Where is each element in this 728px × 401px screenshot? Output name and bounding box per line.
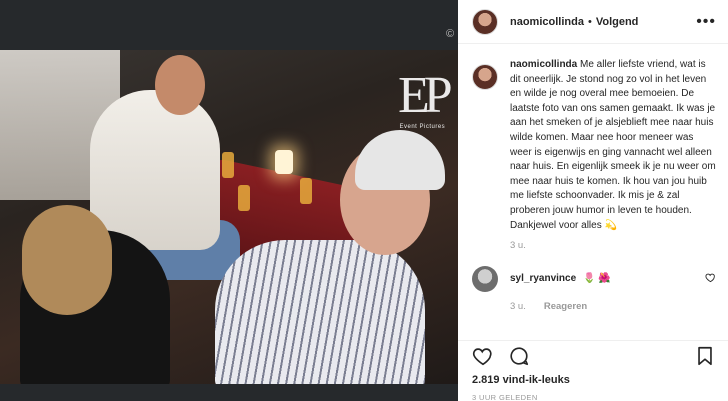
caption-username[interactable]: naomicollinda: [510, 59, 577, 70]
caption-text: Me aller liefste vriend, wat is dit onee…: [510, 59, 716, 231]
post-side-panel: naomicollinda • Volgend ••• naomicollind…: [458, 0, 728, 401]
heart-icon[interactable]: [472, 345, 494, 367]
more-horizontal-icon[interactable]: •••: [696, 13, 716, 31]
caption-time[interactable]: 3 u.: [510, 239, 716, 254]
photo-watermark-logo: EP Event Pictures: [398, 67, 453, 131]
header-separator: •: [587, 15, 592, 28]
photo-glass: [238, 185, 250, 211]
caption-avatar[interactable]: [472, 64, 498, 90]
copyright-mark: ©: [446, 28, 455, 40]
follow-button[interactable]: Volgend: [596, 16, 639, 28]
watermark-caption: Event Pictures: [399, 124, 446, 130]
photo-candle: [275, 150, 293, 174]
post-timestamp: 3 UUR GELEDEN: [472, 393, 538, 401]
photo-area: © EP Event Pictures: [0, 0, 458, 401]
bookmark-icon[interactable]: [694, 345, 716, 367]
avatar[interactable]: [472, 8, 498, 35]
likes-count[interactable]: 2.819 vind-ik-leuks: [472, 374, 570, 386]
watermark-monogram: EP: [398, 67, 453, 124]
comment-like-icon[interactable]: [705, 272, 716, 286]
photo-person-man-head: [155, 55, 205, 115]
comment-meta: 3 u. Reageren: [510, 301, 716, 312]
post-photo[interactable]: EP Event Pictures: [0, 50, 458, 384]
list-item: syl_ryanvince 🌷 🌺: [472, 265, 716, 292]
post-actions: [458, 340, 728, 370]
photo-person-man: [90, 90, 220, 250]
comment-icon[interactable]: [508, 345, 530, 367]
comments-list[interactable]: naomicollinda Me aller liefste vriend, w…: [458, 58, 728, 338]
caption-item: naomicollinda Me aller liefste vriend, w…: [472, 58, 716, 254]
comment-time[interactable]: 3 u.: [510, 301, 526, 312]
photo-person-woman-hair: [22, 205, 112, 315]
post-username[interactable]: naomicollinda: [510, 16, 584, 28]
comment-avatar[interactable]: [472, 265, 498, 292]
post-header: naomicollinda • Volgend •••: [458, 0, 728, 44]
comment-text: 🌷 🌺: [582, 273, 611, 285]
caption-body: naomicollinda Me aller liefste vriend, w…: [510, 58, 716, 254]
reply-button[interactable]: Reageren: [544, 301, 587, 312]
photo-glass: [222, 152, 234, 178]
comment-body: syl_ryanvince 🌷 🌺: [510, 273, 611, 284]
photo-person-elderly-hair: [355, 130, 445, 190]
comment-username[interactable]: syl_ryanvince: [510, 273, 576, 284]
photo-person-elderly: [215, 240, 425, 384]
photo-glass: [300, 178, 312, 204]
